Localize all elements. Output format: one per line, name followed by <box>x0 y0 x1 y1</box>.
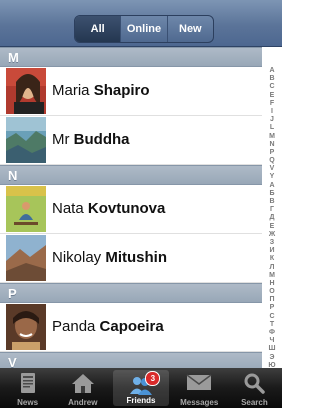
index-letter[interactable]: Q <box>262 157 282 165</box>
contact-row-mr-buddha[interactable]: Mr Buddha <box>0 116 262 165</box>
index-letter[interactable]: V <box>262 165 282 173</box>
tab-news-label: News <box>17 398 39 407</box>
tab-andrew-label: Andrew <box>68 398 98 407</box>
contact-name: Mr Buddha <box>52 131 130 148</box>
index-letter[interactable]: П <box>262 296 282 304</box>
tab-friends-label: Friends <box>126 396 156 405</box>
index-letter[interactable]: Г <box>262 206 282 214</box>
index-letter[interactable]: О <box>262 288 282 296</box>
index-letter[interactable]: Ч <box>262 337 282 345</box>
index-letter[interactable]: Д <box>262 214 282 222</box>
contact-name: Panda Capoeira <box>52 318 164 335</box>
tab-messages-label: Messages <box>180 398 219 407</box>
index-letter[interactable]: C <box>262 83 282 91</box>
friends-list: M Maria Shapiro Mr Buddha N Nata Kovtuno… <box>0 47 262 368</box>
tab-andrew[interactable]: Andrew <box>55 368 110 408</box>
index-letter[interactable]: М <box>262 272 282 280</box>
index-letter[interactable]: A <box>262 67 282 75</box>
contact-row-nata-kovtunova[interactable]: Nata Kovtunova <box>0 185 262 234</box>
index-letter[interactable]: N <box>262 141 282 149</box>
index-letter[interactable]: Р <box>262 304 282 312</box>
contact-row-nikolay-mitushin[interactable]: Nikolay Mitushin <box>0 234 262 283</box>
tab-bar: News Andrew 3 Friends Messages Search <box>0 368 282 408</box>
index-letter[interactable]: M <box>262 133 282 141</box>
avatar <box>6 304 46 350</box>
home-icon <box>71 374 94 393</box>
filter-online-button[interactable]: Online <box>121 16 168 42</box>
index-letter[interactable]: P <box>262 149 282 157</box>
alphabet-index[interactable]: ABCEFIJLMNPQVYAБВГДЕЖЗИКЛМНОПРСТФЧШЭЮ <box>262 67 282 369</box>
index-letter[interactable]: J <box>262 116 282 124</box>
index-letter[interactable]: Л <box>262 264 282 272</box>
search-icon <box>244 373 266 394</box>
news-icon <box>20 373 35 393</box>
index-letter[interactable]: A <box>262 182 282 190</box>
avatar <box>6 68 46 114</box>
tab-friends[interactable]: 3 Friends <box>113 370 169 406</box>
filter-all-button[interactable]: All <box>75 16 122 42</box>
contact-name: Nikolay Mitushin <box>52 249 168 266</box>
index-letter[interactable]: Ж <box>262 231 282 239</box>
section-header-p: P <box>0 283 262 303</box>
index-letter[interactable]: F <box>262 100 282 108</box>
filter-new-button[interactable]: New <box>168 16 213 42</box>
contact-row-panda-capoeira[interactable]: Panda Capoeira <box>0 303 262 352</box>
index-letter[interactable]: К <box>262 255 282 263</box>
index-letter[interactable]: E <box>262 92 282 100</box>
index-letter[interactable]: I <box>262 108 282 116</box>
section-header-v: V <box>0 352 262 368</box>
index-letter[interactable]: Э <box>262 354 282 362</box>
avatar <box>6 235 46 281</box>
index-letter[interactable]: З <box>262 239 282 247</box>
filter-segmented-control: All Online New <box>74 15 214 43</box>
section-header-n: N <box>0 165 262 185</box>
index-letter[interactable]: Ш <box>262 345 282 353</box>
avatar <box>6 117 46 163</box>
friends-badge: 3 <box>145 371 161 386</box>
envelope-icon <box>186 374 212 390</box>
tab-search[interactable]: Search <box>227 368 282 408</box>
avatar <box>6 186 46 232</box>
index-letter[interactable]: В <box>262 198 282 206</box>
index-letter[interactable]: B <box>262 75 282 83</box>
index-letter[interactable]: Н <box>262 280 282 288</box>
tab-messages[interactable]: Messages <box>172 368 227 408</box>
tab-news[interactable]: News <box>0 368 55 408</box>
contact-row-maria-shapiro[interactable]: Maria Shapiro <box>0 67 262 116</box>
index-letter[interactable]: L <box>262 124 282 132</box>
index-letter[interactable]: Ф <box>262 329 282 337</box>
index-letter[interactable]: С <box>262 313 282 321</box>
contact-name: Maria Shapiro <box>52 82 150 99</box>
tab-search-label: Search <box>241 398 268 407</box>
section-header-m: M <box>0 47 262 67</box>
top-bar: All Online New <box>0 0 282 47</box>
index-letter[interactable]: Y <box>262 173 282 181</box>
index-letter[interactable]: Е <box>262 223 282 231</box>
index-letter[interactable]: Б <box>262 190 282 198</box>
index-letter[interactable]: Т <box>262 321 282 329</box>
contact-name: Nata Kovtunova <box>52 200 166 217</box>
index-letter[interactable]: И <box>262 247 282 255</box>
